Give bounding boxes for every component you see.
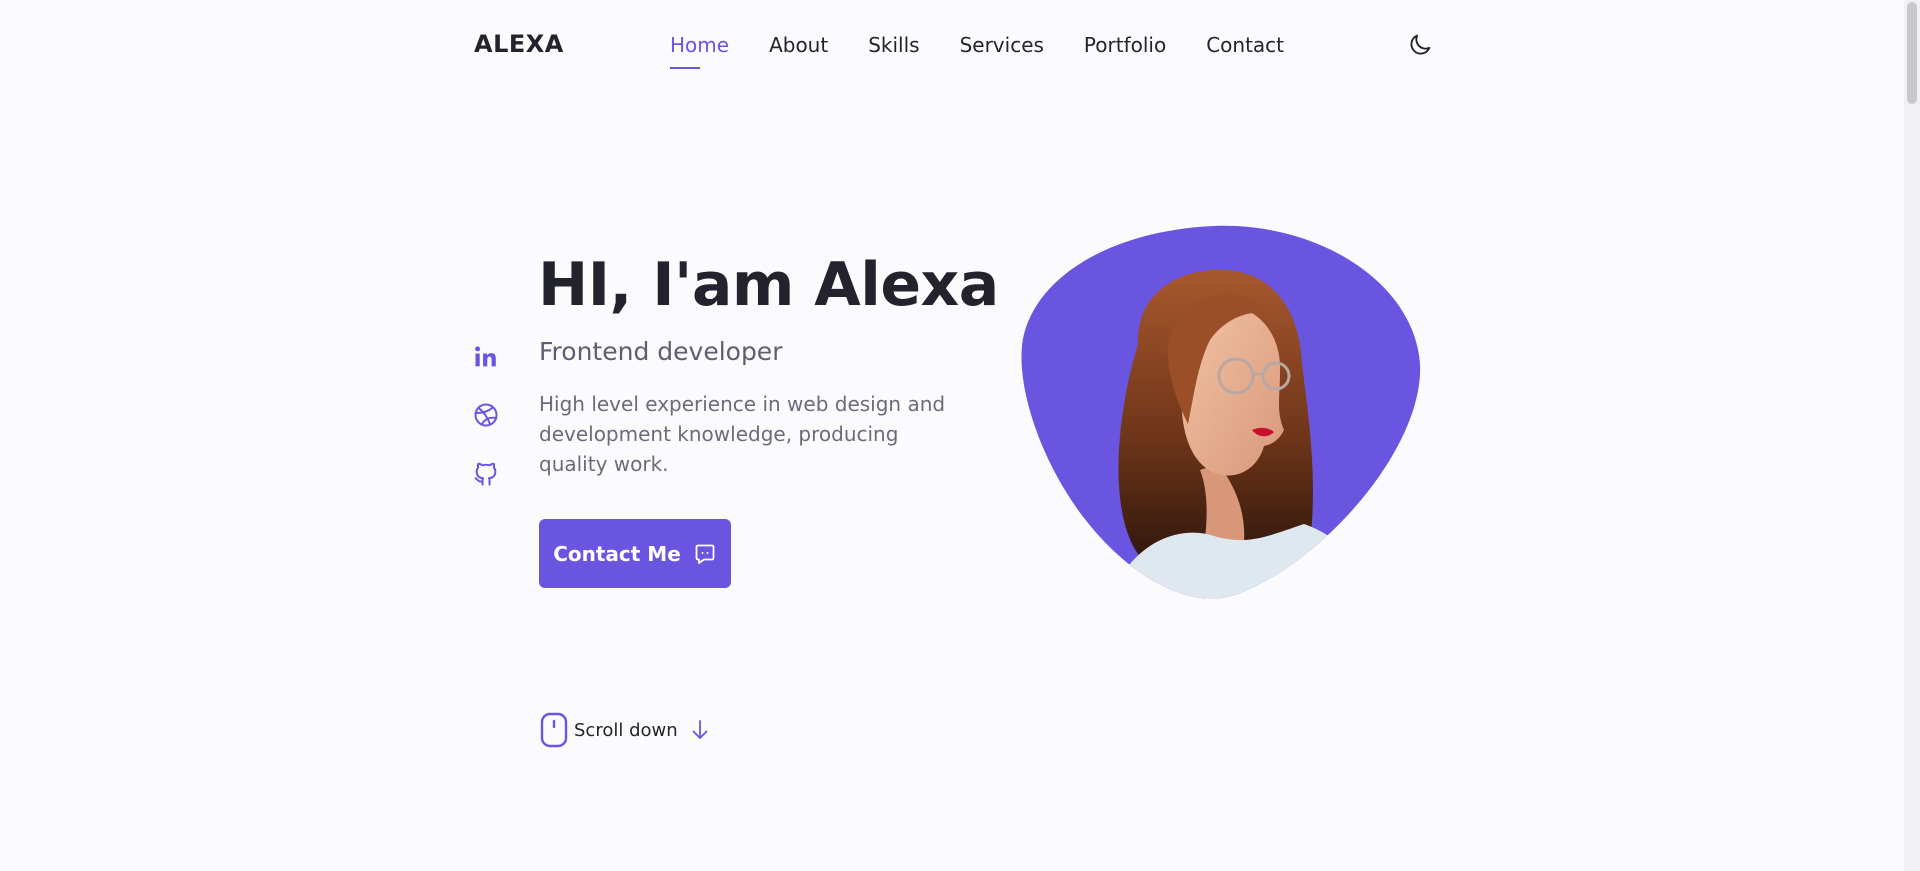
brand-logo[interactable]: ALEXA: [474, 30, 564, 58]
nav-about[interactable]: About: [769, 33, 828, 57]
main-nav: Home About Skills Services Portfolio Con…: [670, 33, 1324, 69]
profile-image: [1021, 225, 1421, 599]
page: ALEXA Home About Skills Services Portfol…: [0, 0, 1920, 871]
nav-skills[interactable]: Skills: [868, 33, 919, 57]
linkedin-link[interactable]: [472, 343, 500, 371]
scroll-down-label: Scroll down: [574, 719, 678, 741]
contact-me-label: Contact Me: [553, 541, 681, 566]
hero-subtitle: Frontend developer: [539, 337, 783, 366]
hero-description: High level experience in web design and …: [539, 392, 946, 476]
scroll-down-link[interactable]: Scroll down: [540, 712, 710, 748]
hero-title: HI, I'am Alexa: [538, 250, 999, 320]
scrollbar-thumb[interactable]: [1907, 2, 1917, 104]
arrow-down-icon: [692, 720, 708, 739]
nav-home[interactable]: Home: [670, 33, 729, 69]
moon-icon: [1410, 34, 1431, 55]
chat-icon: [695, 544, 715, 564]
social-links: [472, 343, 500, 517]
github-icon: [474, 462, 497, 486]
nav-portfolio[interactable]: Portfolio: [1084, 33, 1166, 57]
github-link[interactable]: [472, 459, 500, 487]
dribbble-link[interactable]: [472, 401, 500, 429]
contact-me-button[interactable]: Contact Me: [539, 519, 731, 588]
nav-contact[interactable]: Contact: [1206, 33, 1284, 57]
nav-services[interactable]: Services: [960, 33, 1044, 57]
dribbble-icon: [474, 403, 498, 427]
scrollbar-track[interactable]: [1904, 0, 1920, 871]
theme-toggle-button[interactable]: [1406, 31, 1434, 59]
mouse-icon: [540, 712, 568, 748]
linkedin-icon: [475, 346, 496, 367]
